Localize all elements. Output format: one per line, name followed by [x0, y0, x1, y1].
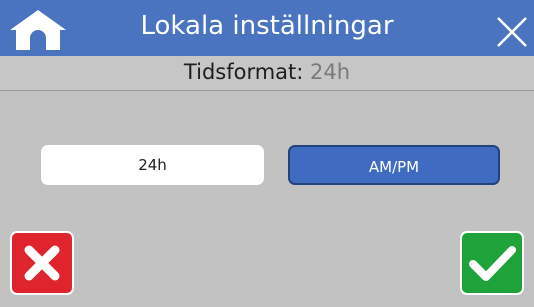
setting-label: Tidsformat: — [183, 60, 304, 84]
close-icon — [497, 17, 527, 47]
home-button[interactable] — [8, 8, 68, 52]
home-icon — [10, 10, 66, 50]
option-24h-button[interactable]: 24h — [41, 145, 264, 185]
current-setting: Tidsformat: 24h — [0, 56, 534, 91]
page-title: Lokala inställningar — [140, 11, 394, 41]
header-bar: Lokala inställningar — [0, 0, 534, 56]
option-ampm-button[interactable]: AM/PM — [288, 145, 500, 185]
close-button[interactable] — [494, 14, 530, 50]
x-icon — [24, 245, 60, 281]
confirm-button[interactable] — [460, 231, 524, 295]
cancel-button[interactable] — [10, 231, 74, 295]
checkmark-icon — [469, 246, 516, 281]
setting-value: 24h — [310, 60, 351, 84]
